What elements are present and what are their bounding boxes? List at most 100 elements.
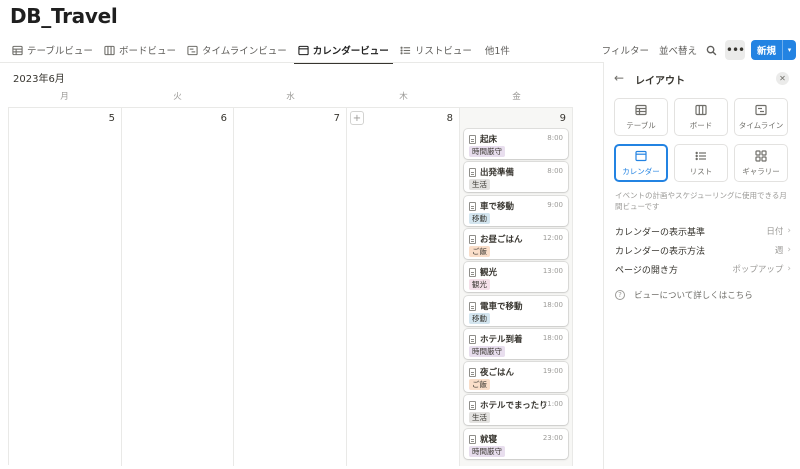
- event-time: 18:00: [542, 333, 563, 342]
- event-card[interactable]: 出発準備 8:00 生活: [464, 162, 568, 193]
- tab-more-views[interactable]: 他1件: [481, 39, 514, 61]
- learn-about-views-link[interactable]: ? ビューについて詳しくはこちら: [615, 289, 753, 301]
- chevron-right-icon: ›: [787, 226, 791, 236]
- setting-label: ページの開き方: [615, 265, 678, 276]
- event-name: 就寝: [480, 434, 498, 445]
- layout-option-label: タイムライン: [738, 120, 784, 130]
- board-icon: [695, 104, 707, 115]
- close-icon[interactable]: ✕: [776, 72, 789, 85]
- new-button-label: 新規: [756, 46, 776, 57]
- list-icon: [400, 46, 410, 54]
- chevron-down-icon[interactable]: ▾: [782, 40, 796, 60]
- tab-table-view[interactable]: テーブルビュー: [8, 39, 97, 61]
- day-cell[interactable]: 7: [234, 108, 347, 466]
- weekday-label: 金: [512, 92, 521, 102]
- day-number: 9: [559, 113, 566, 124]
- filter-button[interactable]: フィルター: [602, 43, 649, 57]
- setting-calendar-display[interactable]: カレンダーの表示方法 週 ›: [615, 242, 791, 258]
- event-time: 21:00: [542, 400, 563, 409]
- add-event-button[interactable]: +: [350, 111, 364, 125]
- setting-label: カレンダーの表示基準: [615, 227, 706, 238]
- weekday-label: 火: [173, 92, 182, 102]
- day-cell[interactable]: + 8: [347, 108, 460, 466]
- event-tag: 時間厳守: [469, 146, 505, 157]
- layout-panel: ← レイアウト ✕ テーブル ボード タイムライン カレンダー リスト ギャラリ…: [603, 62, 800, 469]
- event-time: 12:00: [542, 233, 563, 242]
- panel-title: レイアウト: [635, 76, 685, 87]
- event-card[interactable]: お昼ごはん 12:00 ご飯: [464, 228, 568, 259]
- weekday-label: 月: [60, 92, 69, 102]
- layout-option-label: ギャラリー: [742, 166, 780, 176]
- new-button[interactable]: 新規 ▾: [750, 40, 796, 60]
- weekday-label: 木: [399, 92, 408, 102]
- page-icon: [469, 334, 476, 344]
- weekday-label: 水: [286, 92, 295, 102]
- day-cell[interactable]: 9 起床 8:00 時間厳守 出発準備 8:00 生活 車で移動 9:00 移動 お昼ごはん 12:…: [460, 108, 573, 466]
- event-name: 夜ごはん: [480, 368, 515, 379]
- day-cell[interactable]: 5: [9, 108, 122, 466]
- event-tag: ご飯: [469, 379, 490, 391]
- page-icon: [469, 301, 476, 311]
- page-icon: [469, 168, 476, 178]
- layout-description: イベントの計画やスケジューリングに使用できる月間ビューです: [615, 191, 787, 211]
- search-icon: [707, 45, 717, 55]
- day-cell[interactable]: 6: [121, 108, 234, 466]
- setting-open-pages-in[interactable]: ページの開き方 ポップアップ ›: [615, 261, 791, 277]
- event-card[interactable]: 車で移動 9:00 移動: [464, 195, 568, 226]
- header-divider: [0, 62, 603, 63]
- more-options-button[interactable]: •••: [724, 40, 745, 60]
- event-card[interactable]: 起床 8:00 時間厳守: [464, 129, 568, 159]
- sort-button[interactable]: 並べ替え: [659, 43, 697, 57]
- event-card[interactable]: 電車で移動 18:00 移動: [464, 295, 568, 326]
- layout-option-list[interactable]: リスト: [674, 144, 728, 182]
- tab-board-view[interactable]: ボードビュー: [100, 39, 180, 61]
- event-tag: 観光: [469, 279, 490, 291]
- page-icon: [469, 201, 476, 211]
- layout-option-table[interactable]: テーブル: [614, 98, 668, 136]
- layout-option-calendar[interactable]: カレンダー: [614, 144, 668, 182]
- tab-label: 他1件: [484, 46, 510, 57]
- event-card[interactable]: 観光 13:00 観光: [464, 262, 568, 293]
- list-icon: [695, 151, 706, 160]
- tab-timeline-view[interactable]: タイムラインビュー: [183, 39, 291, 61]
- event-time: 23:00: [542, 433, 563, 442]
- tab-calendar-view[interactable]: カレンダービュー: [293, 39, 393, 64]
- event-card[interactable]: ホテルでまったり 21:00 生活: [464, 395, 568, 426]
- layout-option-board[interactable]: ボード: [674, 98, 728, 136]
- page-title: DB_Travel: [10, 4, 118, 28]
- event-tag: 時間厳守: [469, 445, 505, 457]
- event-time: 19:00: [542, 367, 563, 376]
- layout-option-label: テーブル: [626, 120, 656, 130]
- event-time: 8:00: [547, 134, 563, 142]
- tab-label: カレンダービュー: [312, 46, 389, 57]
- event-name: 出発準備: [480, 168, 515, 179]
- tab-label: リストビュー: [414, 46, 472, 57]
- back-arrow-icon[interactable]: ←: [614, 71, 624, 85]
- page-icon: [469, 401, 476, 411]
- search-button[interactable]: [703, 41, 721, 59]
- tab-label: ボードビュー: [118, 46, 176, 57]
- event-name: 電車で移動: [480, 301, 523, 312]
- month-label: 2023年6月: [13, 74, 65, 85]
- page-icon: [469, 368, 476, 378]
- event-name: ホテル到着: [480, 334, 523, 345]
- view-tabs: テーブルビュー ボードビュー タイムラインビュー カレンダービュー リストビュー…: [8, 38, 517, 64]
- event-name: 起床: [480, 135, 498, 145]
- event-name: ホテルでまったり: [480, 401, 548, 412]
- help-link-text: ビューについて詳しくはこちら: [634, 291, 753, 301]
- page-icon: [469, 234, 476, 244]
- event-card[interactable]: 就寝 23:00 時間厳守: [464, 428, 568, 459]
- event-tag: 移動: [469, 312, 490, 324]
- setting-show-calendar-by[interactable]: カレンダーの表示基準 日付 ›: [615, 223, 791, 239]
- event-tag: 生活: [469, 179, 490, 191]
- timeline-icon: [187, 45, 198, 55]
- layout-option-timeline[interactable]: タイムライン: [734, 98, 788, 136]
- event-card[interactable]: ホテル到着 18:00 時間厳守: [464, 328, 568, 359]
- page-icon: [469, 268, 476, 278]
- table-icon: [635, 104, 647, 115]
- tab-list-view[interactable]: リストビュー: [396, 39, 476, 61]
- event-tag: ご飯: [469, 245, 490, 257]
- event-card[interactable]: 夜ごはん 19:00 ご飯: [464, 362, 568, 393]
- event-time: 18:00: [542, 300, 563, 309]
- layout-option-gallery[interactable]: ギャラリー: [734, 144, 788, 182]
